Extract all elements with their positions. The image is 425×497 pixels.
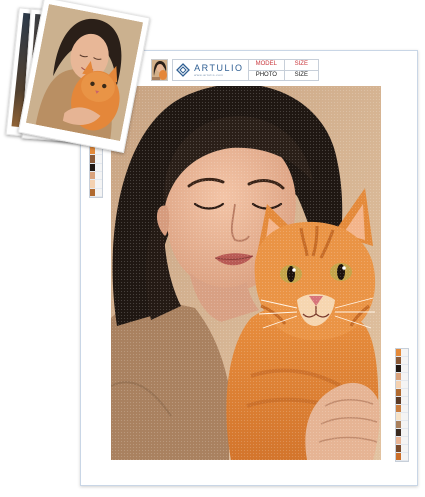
color-code-blank [401,421,408,428]
brand-website: www.artulio.com [194,72,224,77]
color-key-cell [396,445,408,453]
color-key-cell [396,365,408,373]
color-key-cell [396,373,408,381]
photo-value: PHOTO [248,69,285,81]
color-key-cell [396,405,408,413]
color-key-cell [396,357,408,365]
color-code-blank [95,171,102,180]
brand-logo: ARTULIO www.artulio.com [172,59,248,81]
color-key-cell [396,421,408,429]
color-code-blank [401,405,408,412]
color-key-cell [396,453,408,461]
color-key-cell [90,180,102,189]
color-code-blank [401,429,408,436]
color-code-blank [401,365,408,372]
color-code-blank [95,163,102,171]
color-code-blank [401,389,408,396]
color-key-cell [90,155,102,164]
color-key-right [395,348,409,462]
color-key-cell [396,413,408,421]
color-code-blank [401,437,408,444]
color-code-blank [401,349,408,356]
color-code-blank [401,445,408,452]
color-key-cell [396,429,408,437]
color-key-cell [90,171,102,181]
color-key-cell [396,437,408,445]
color-key-cell [396,397,408,405]
product-image: ARTULIO www.artulio.com MODEL SIZE PHOTO… [0,0,425,497]
color-code-blank [401,381,408,388]
color-code-blank [95,188,102,196]
size-value: SIZE [283,69,319,81]
color-key-cell [396,389,408,397]
model-label: MODEL [248,59,285,71]
color-code-blank [401,397,408,404]
diamond-logo-icon [176,63,191,77]
brand-name: ARTULIO [194,62,244,73]
color-key-cell [396,349,408,357]
canvas-header: ARTULIO www.artulio.com MODEL SIZE PHOTO… [151,59,319,81]
reference-photo [25,3,144,142]
header-thumbnail [151,59,169,81]
info-table: MODEL SIZE PHOTO SIZE [248,59,319,81]
color-code-blank [95,155,102,163]
size-label: SIZE [283,59,319,71]
color-code-blank [401,357,408,364]
color-code-blank [95,180,102,188]
color-code-blank [401,413,408,420]
color-code-blank [401,373,408,380]
color-key-cell [90,188,102,197]
color-key-cell [396,381,408,389]
portrait-artwork [111,86,381,460]
color-key-left [89,146,103,198]
color-key-cell [90,163,102,172]
color-code-blank [401,453,408,460]
